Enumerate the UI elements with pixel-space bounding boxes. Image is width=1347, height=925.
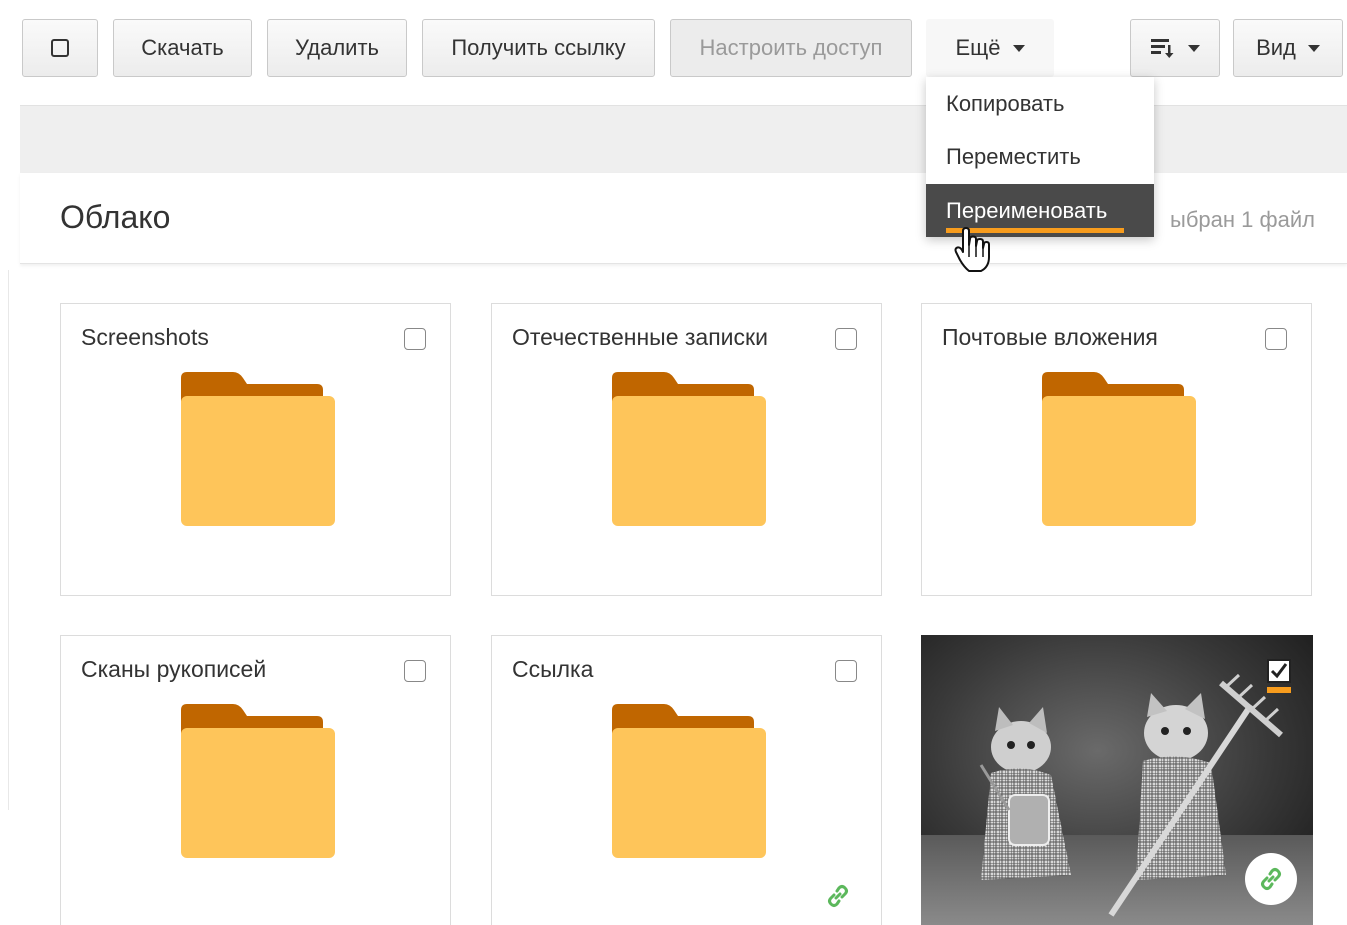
- view-button[interactable]: Вид: [1233, 19, 1343, 77]
- item-checkbox[interactable]: [404, 660, 426, 682]
- folder-name: Screenshots: [81, 324, 209, 350]
- item-checkbox[interactable]: [835, 660, 857, 682]
- link-button[interactable]: [1245, 853, 1297, 905]
- folder-icon: [181, 372, 335, 526]
- sort-button[interactable]: [1130, 19, 1220, 77]
- chevron-down-icon: [1012, 44, 1025, 52]
- folder-icon: [1042, 372, 1196, 526]
- folder-card[interactable]: Сканы рукописей: [60, 635, 451, 925]
- folder-card[interactable]: Почтовые вложения: [921, 303, 1312, 596]
- menu-item-label: Копировать: [946, 90, 1065, 116]
- sort-icon: [1151, 39, 1174, 58]
- get-link-button[interactable]: Получить ссылку: [422, 19, 655, 77]
- link-icon[interactable]: [825, 883, 851, 909]
- hand-cursor-icon: [954, 227, 990, 272]
- selection-status: ыбран 1 файл: [1170, 207, 1315, 232]
- view-label: Вид: [1256, 35, 1296, 60]
- more-dropdown-menu: Копировать Переместить Переименовать: [926, 77, 1154, 237]
- chevron-down-icon: [1188, 44, 1200, 52]
- folder-card[interactable]: Отечественные записки: [491, 303, 882, 596]
- configure-access-button[interactable]: Настроить доступ: [670, 19, 912, 77]
- page-title: Облако: [60, 199, 171, 235]
- download-button[interactable]: Скачать: [113, 19, 252, 77]
- more-button[interactable]: Ещё: [926, 19, 1054, 77]
- link-icon: [1261, 868, 1281, 890]
- delete-button[interactable]: Удалить: [267, 19, 407, 77]
- folder-icon: [612, 704, 766, 858]
- menu-item-label: Переименовать: [946, 197, 1108, 223]
- selected-checkbox-icon[interactable]: [1267, 659, 1293, 695]
- folder-name: Сканы рукописей: [81, 656, 267, 682]
- folder-name: Ссылка: [512, 656, 594, 682]
- item-checkbox[interactable]: [404, 328, 426, 350]
- folder-name: Почтовые вложения: [942, 324, 1158, 350]
- folder-card[interactable]: Ссылка: [491, 635, 882, 925]
- more-label: Ещё: [955, 35, 1001, 60]
- folder-icon: [181, 704, 335, 858]
- image-card[interactable]: [921, 635, 1313, 925]
- select-all-checkbox-button[interactable]: [22, 19, 98, 77]
- divider: [8, 270, 9, 810]
- item-checkbox[interactable]: [1265, 328, 1287, 350]
- folder-icon: [612, 372, 766, 526]
- folder-name: Отечественные записки: [512, 324, 768, 350]
- menu-item-label: Переместить: [946, 143, 1081, 169]
- item-checkbox[interactable]: [835, 328, 857, 350]
- checkbox-icon: [51, 39, 69, 57]
- menu-item-move[interactable]: Переместить: [926, 130, 1154, 183]
- folder-card[interactable]: Screenshots: [60, 303, 451, 596]
- chevron-down-icon: [1307, 44, 1320, 52]
- menu-item-copy[interactable]: Копировать: [926, 77, 1154, 130]
